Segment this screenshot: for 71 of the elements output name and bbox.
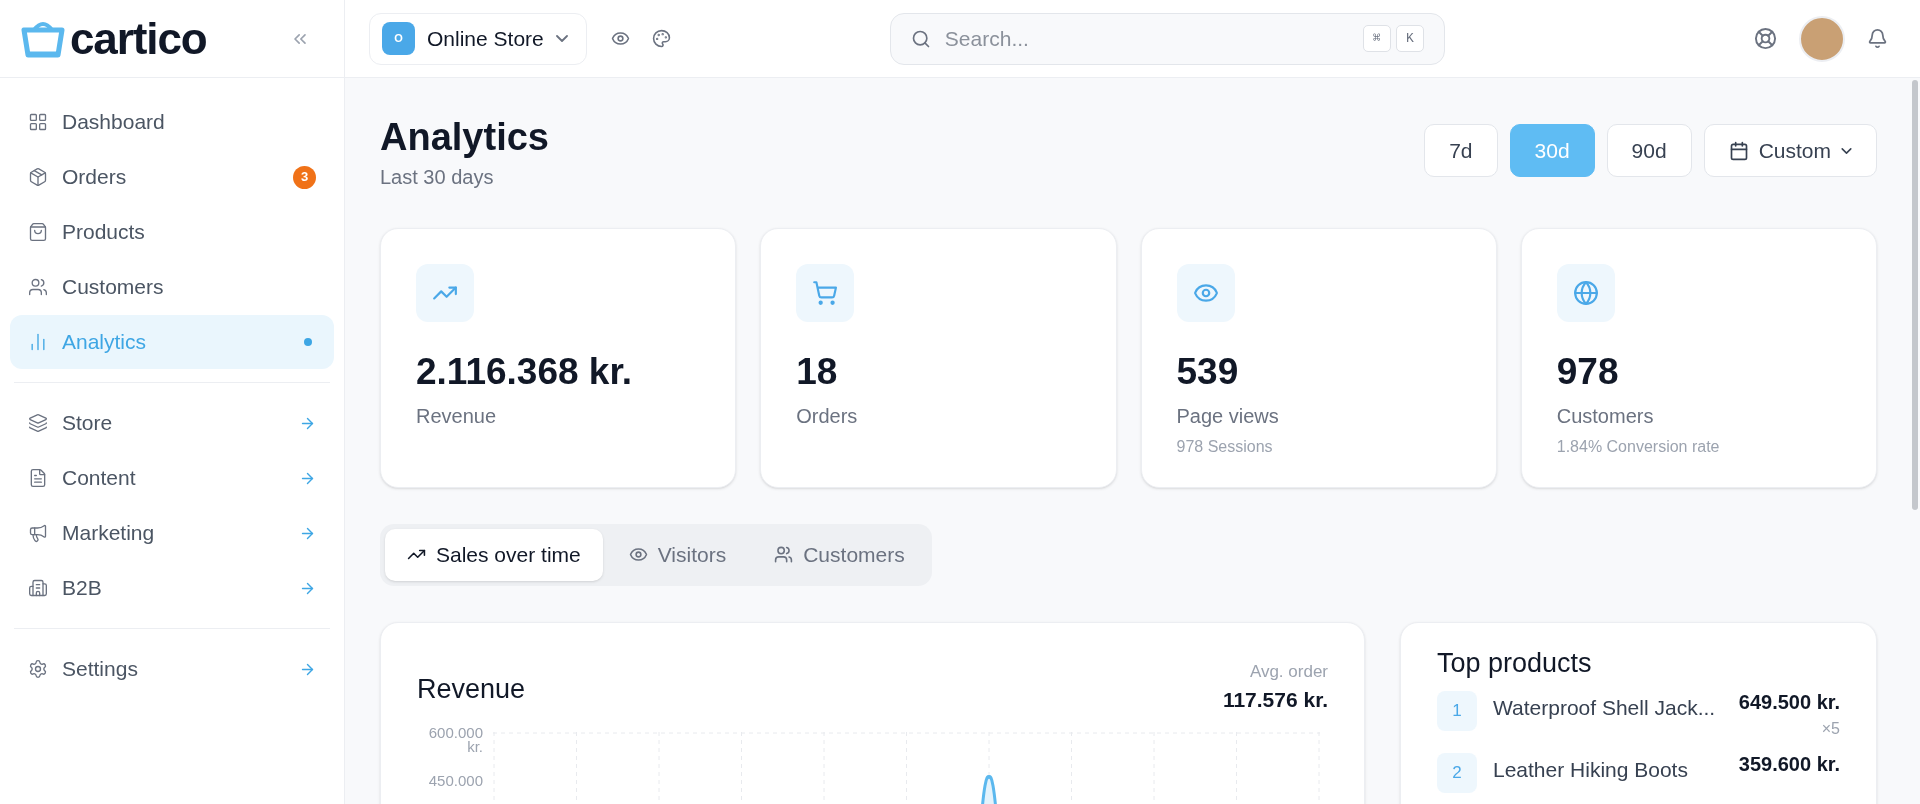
sidebar-item[interactable]: Orders 3 <box>10 150 334 204</box>
megaphone-icon <box>28 523 48 543</box>
search-icon <box>910 28 931 49</box>
date-range-dropdown[interactable]: Custom <box>1703 124 1877 177</box>
stat-value: 2.116.368 kr. <box>416 349 634 394</box>
building-icon <box>28 578 48 598</box>
palette-icon[interactable] <box>651 29 671 48</box>
sidebar-item[interactable]: Dashboard <box>10 95 334 149</box>
rank-number: 2 <box>1437 753 1477 793</box>
brand-name: cartico <box>70 16 207 61</box>
notifications-icon[interactable] <box>1867 28 1888 49</box>
bag-icon <box>28 222 48 242</box>
box-icon <box>28 167 48 187</box>
chart-tab[interactable]: Sales over time <box>385 528 603 581</box>
store-logo: O <box>382 22 415 55</box>
chart-tab[interactable]: Customers <box>752 528 927 581</box>
product-amount: 649.500 kr. <box>1738 690 1840 715</box>
eye-icon <box>628 545 648 564</box>
store-selector[interactable]: O Online Store <box>369 12 587 65</box>
stat-value: 18 <box>796 349 839 394</box>
page-subtitle: Last 30 days <box>380 164 495 190</box>
stat-value: 539 <box>1176 349 1240 394</box>
rank-number: 1 <box>1437 691 1477 731</box>
chevron-down-icon <box>1841 147 1852 154</box>
stat-label: Customers <box>1556 404 1655 429</box>
range-button[interactable]: 7d <box>1424 124 1498 177</box>
sidebar-item[interactable]: Store <box>10 396 334 450</box>
avg-order-value: 117.576 kr. <box>1222 687 1328 713</box>
eye-icon[interactable] <box>610 29 630 48</box>
store-name: Online Store <box>427 25 544 52</box>
shopping-bag-logo-icon <box>20 19 66 58</box>
document-icon <box>28 468 48 488</box>
sidebar-item[interactable]: Products <box>10 205 334 259</box>
sidebar-item[interactable]: Content <box>10 451 334 505</box>
page-title: Analytics <box>380 115 549 160</box>
globe-icon <box>1572 279 1599 306</box>
sidebar-item[interactable]: Settings <box>10 642 334 696</box>
key-hint: K <box>1395 25 1424 52</box>
key-hint: ⌘ <box>1362 25 1391 52</box>
calendar-icon <box>1728 140 1749 161</box>
sidebar-item[interactable]: B2B <box>10 561 334 615</box>
axis-label: 600.000 kr. <box>427 725 483 754</box>
count-badge: 3 <box>293 165 316 189</box>
avg-order-label: Avg. order <box>1249 660 1328 683</box>
product-name[interactable]: Leather Hiking Boots <box>1493 757 1723 783</box>
grid-icon <box>28 112 48 132</box>
axis-label: 450.000 <box>427 773 483 788</box>
people-icon <box>28 277 48 297</box>
stat-label: Revenue <box>416 404 498 429</box>
search-input[interactable]: Search... <box>944 22 1349 55</box>
stat-note: 978 Sessions <box>1176 437 1274 457</box>
search-field[interactable]: Search... ⌘ K <box>889 12 1445 65</box>
range-button[interactable]: 90d <box>1606 124 1692 177</box>
chevron-down-icon <box>555 35 568 42</box>
card-title: Top products <box>1437 646 1593 680</box>
stat-label: Orders <box>796 404 859 429</box>
stat-value: 978 <box>1556 349 1620 394</box>
lifebuoy-icon[interactable] <box>1754 27 1777 50</box>
product-amount: 359.600 kr. <box>1738 752 1840 777</box>
cart-icon <box>812 279 839 306</box>
layers-icon <box>28 413 48 433</box>
card-title: Revenue <box>417 672 526 706</box>
settings-icon <box>28 659 48 679</box>
quantity: ×5 <box>1821 719 1840 739</box>
sidebar-item[interactable]: Customers <box>10 260 334 314</box>
stat-note: 1.84% Conversion rate <box>1556 437 1721 457</box>
product-name[interactable]: Waterproof Shell Jack... <box>1493 695 1723 721</box>
sidebar-item[interactable]: Marketing <box>10 506 334 560</box>
stat-label: Page views <box>1176 404 1280 429</box>
people-icon <box>774 545 794 564</box>
chart-tab[interactable]: Visitors <box>606 528 749 581</box>
